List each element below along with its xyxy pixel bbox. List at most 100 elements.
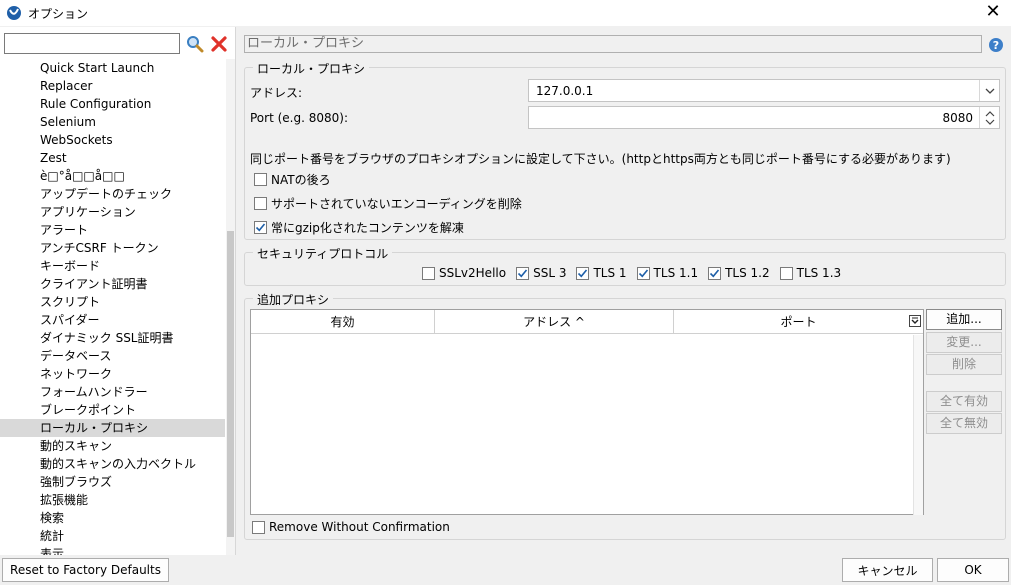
remove-unsupported-encodings-label: サポートされていないエンコーディングを削除 (271, 197, 522, 211)
nat-checkbox[interactable]: NATの後ろ (254, 171, 331, 188)
sidebar-item[interactable]: 統計 (0, 527, 225, 545)
column-port[interactable]: ポート (674, 310, 923, 334)
sidebar-item[interactable]: アンチCSRF トークン (0, 239, 225, 257)
search-input[interactable] (4, 33, 180, 54)
checkbox-icon[interactable] (636, 266, 650, 280)
sidebar-item[interactable]: ブレークポイント (0, 401, 225, 419)
checkbox-icon[interactable] (422, 266, 435, 280)
port-value: 8080 (942, 110, 973, 125)
sidebar-item[interactable]: 検索 (0, 509, 225, 527)
sidebar-item[interactable]: Selenium (0, 113, 225, 131)
add-proxy-button[interactable]: 追加... (926, 309, 1002, 330)
checkbox-icon[interactable] (516, 266, 530, 280)
remove-without-confirmation-label: Remove Without Confirmation (269, 520, 450, 534)
address-label: アドレス: (250, 86, 303, 100)
sidebar-item[interactable]: スクリプト (0, 293, 225, 311)
protocol-label: SSLv2Hello (439, 266, 507, 280)
protocol-checkboxes: SSLv2Hello SSL 3 TLS 1 TLS 1.1 TLS 1.2 TLS 1.… (422, 266, 851, 280)
help-icon[interactable]: ? (988, 37, 1004, 53)
enable-all-button[interactable]: 全て有効 (926, 391, 1002, 412)
checkbox-icon[interactable] (254, 173, 267, 186)
remove-without-confirmation-checkbox[interactable]: Remove Without Confirmation (252, 520, 450, 534)
security-protocols-legend: セキュリティプロトコル (253, 245, 393, 262)
sidebar-item[interactable]: WebSockets (0, 131, 225, 149)
app-logo-icon (6, 5, 22, 21)
sidebar-item[interactable]: Zest (0, 149, 225, 167)
additional-proxies-table: 有効 アドレス ^ ポート (250, 309, 924, 515)
protocol-checkbox[interactable]: TLS 1 (576, 266, 627, 280)
protocol-checkbox[interactable]: TLS 1.2 (708, 266, 770, 280)
additional-proxies-legend: 追加プロキシ (253, 291, 334, 308)
protocol-label: TLS 1.3 (796, 266, 842, 280)
checkbox-icon[interactable] (252, 520, 265, 534)
checkbox-icon[interactable] (576, 266, 590, 280)
table-scrollbar[interactable] (913, 335, 923, 515)
protocol-label: TLS 1.1 (653, 266, 699, 280)
sidebar-item[interactable]: データベース (0, 347, 225, 365)
local-proxy-legend: ローカル・プロキシ (253, 60, 370, 77)
options-tree: Quick Start Launch Replacer Rule Configura… (0, 59, 225, 555)
checkbox-icon[interactable] (708, 266, 722, 280)
disable-all-button[interactable]: 全て無効 (926, 413, 1002, 434)
column-address[interactable]: アドレス ^ (435, 310, 674, 334)
decode-gzip-checkbox[interactable]: 常にgzip化されたコンテンツを解凍 (254, 219, 464, 236)
checkbox-icon[interactable] (779, 266, 793, 280)
sidebar-item[interactable]: 動的スキャンの入力ベクトル (0, 455, 225, 473)
sidebar-item[interactable]: 強制ブラウズ (0, 473, 225, 491)
column-enabled[interactable]: 有効 (251, 310, 435, 334)
sidebar-item[interactable]: 表示 (0, 545, 225, 555)
port-spinner[interactable]: 8080 (528, 106, 1000, 129)
protocol-label: SSL 3 (533, 266, 567, 280)
protocol-checkbox[interactable]: TLS 1.3 (779, 266, 842, 280)
remove-unsupported-encodings-checkbox[interactable]: サポートされていないエンコーディングを削除 (254, 195, 522, 212)
search-icon[interactable] (186, 35, 204, 53)
options-panel: ローカル・プロキシ ? ローカル・プロキシ アドレス: 127.0.0.1 Po… (238, 27, 1011, 555)
window-title: オプション (28, 6, 89, 21)
sidebar-search (4, 33, 228, 54)
sidebar-item[interactable]: 拡張機能 (0, 491, 225, 509)
address-combobox[interactable]: 127.0.0.1 (528, 79, 1000, 102)
protocol-checkbox[interactable]: SSLv2Hello (422, 266, 506, 280)
spinner-arrows-icon[interactable] (979, 107, 999, 128)
tree-scrollbar-thumb[interactable] (227, 231, 234, 537)
remove-proxy-button[interactable]: 削除 (926, 354, 1002, 375)
address-value: 127.0.0.1 (536, 83, 594, 98)
sidebar-item[interactable]: Quick Start Launch (0, 59, 225, 77)
sidebar-item[interactable]: ダイナミック SSL証明書 (0, 329, 225, 347)
port-label: Port (e.g. 8080): (250, 111, 348, 125)
sidebar-item[interactable]: キーボード (0, 257, 225, 275)
sidebar-item[interactable]: Rule Configuration (0, 95, 225, 113)
chevron-down-icon[interactable] (979, 80, 999, 101)
decode-gzip-label: 常にgzip化されたコンテンツを解凍 (271, 221, 464, 235)
reset-to-factory-defaults-button[interactable]: Reset to Factory Defaults (2, 558, 169, 582)
protocol-checkbox[interactable]: SSL 3 (516, 266, 566, 280)
sidebar-item[interactable]: クライアント証明書 (0, 275, 225, 293)
sidebar-item[interactable]: Replacer (0, 77, 225, 95)
sidebar-item[interactable]: 動的スキャン (0, 437, 225, 455)
title-bar: オプション ✕ (0, 0, 1011, 26)
column-config-icon[interactable] (909, 315, 921, 327)
options-sidebar: Quick Start Launch Replacer Rule Configura… (0, 27, 236, 555)
sidebar-item[interactable]: アップデートのチェック (0, 185, 225, 203)
checkbox-icon[interactable] (254, 197, 267, 210)
cancel-button[interactable]: キャンセル (842, 558, 933, 582)
sidebar-item[interactable]: アラート (0, 221, 225, 239)
table-header: 有効 アドレス ^ ポート (251, 310, 923, 334)
modify-proxy-button[interactable]: 変更... (926, 332, 1002, 353)
protocol-label: TLS 1 (593, 266, 627, 280)
sidebar-item[interactable]: フォームハンドラー (0, 383, 225, 401)
sidebar-item[interactable]: アプリケーション (0, 203, 225, 221)
protocol-label: TLS 1.2 (725, 266, 770, 280)
protocol-checkbox[interactable]: TLS 1.1 (636, 266, 699, 280)
tree-scrollbar[interactable] (226, 59, 235, 555)
ok-button[interactable]: OK (937, 558, 1009, 582)
sidebar-item[interactable]: è□°å□□å□□ (0, 167, 225, 185)
close-window-button[interactable]: ✕ (983, 2, 1003, 22)
sidebar-item[interactable]: ローカル・プロキシ (0, 419, 225, 437)
clear-search-icon[interactable] (210, 35, 228, 53)
page-title: ローカル・プロキシ (244, 35, 982, 53)
svg-text:?: ? (993, 39, 999, 52)
sidebar-item[interactable]: スパイダー (0, 311, 225, 329)
checkbox-icon[interactable] (254, 221, 267, 234)
sidebar-item[interactable]: ネットワーク (0, 365, 225, 383)
